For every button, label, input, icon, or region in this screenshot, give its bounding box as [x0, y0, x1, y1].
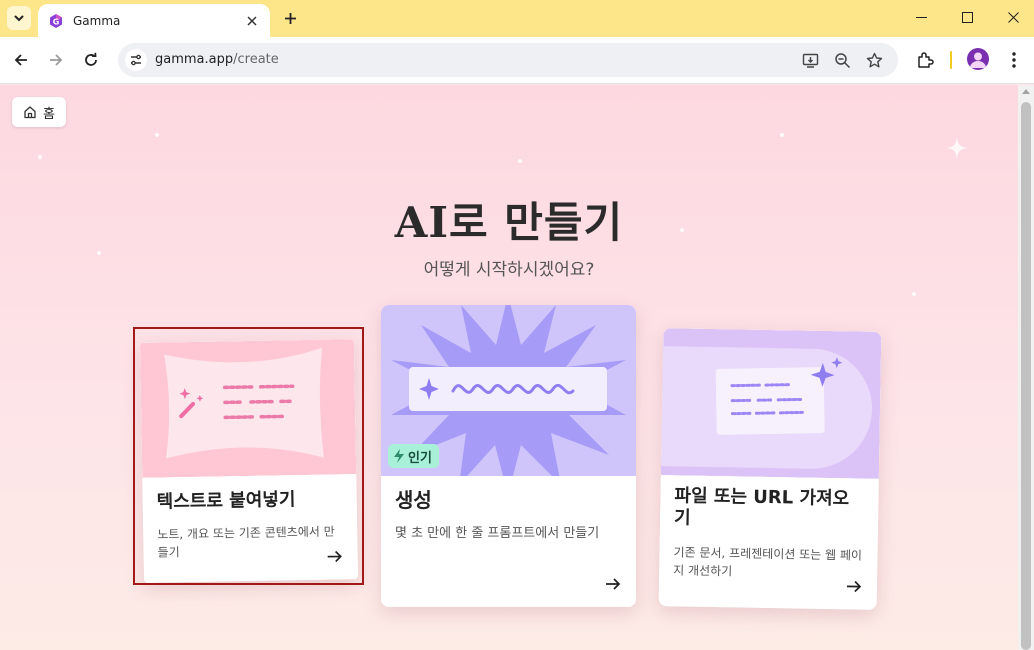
- arrow-right-icon: [50, 54, 63, 66]
- scroll-up-arrow-icon[interactable]: [1022, 89, 1030, 94]
- bookmark-star-icon[interactable]: [864, 50, 884, 70]
- badge-label: 인기: [408, 450, 432, 466]
- tab-search-button[interactable]: [7, 6, 31, 30]
- close-icon: [1007, 11, 1019, 23]
- new-tab-button[interactable]: [280, 8, 300, 28]
- import-file-illustration: [660, 328, 882, 479]
- maximize-icon: [961, 11, 973, 23]
- forward-button[interactable]: [43, 47, 69, 73]
- close-window-button[interactable]: [990, 0, 1034, 34]
- page-content: 홈 AI로 만들기 어떻게 시작하시겠어요? 텍스트로 붙여넣기 노트, 개요 …: [0, 85, 1018, 650]
- sparkle-decoration: [38, 155, 42, 159]
- scrollbar-thumb[interactable]: [1021, 102, 1031, 650]
- card-description: 기존 문서, 프레젠테이션 또는 웹 페이지 개선하기: [673, 545, 863, 579]
- sparkle-star-icon: [946, 137, 968, 159]
- generate-card[interactable]: 인기 생성 몇 초 만에 한 줄 프롬프트에서 만들기: [381, 305, 636, 607]
- selection-outline: [133, 327, 364, 585]
- install-app-icon[interactable]: [800, 50, 820, 70]
- address-bar[interactable]: gamma.app/create: [118, 43, 898, 77]
- toolbar-separator: [950, 51, 952, 69]
- card-title: 파일 또는 URL 가져오기: [673, 485, 850, 529]
- home-label: 홈: [43, 106, 55, 122]
- card-description: 몇 초 만에 한 줄 프롬프트에서 만들기: [395, 526, 600, 541]
- browser-toolbar: gamma.app/create: [0, 37, 1034, 84]
- sparkle-decoration: [518, 159, 522, 163]
- card-title: 생성: [395, 488, 432, 512]
- page-subtitle: 어떻게 시작하시겠어요?: [423, 260, 595, 280]
- plus-icon: [284, 12, 296, 24]
- menu-kebab-icon[interactable]: [1003, 49, 1025, 71]
- extensions-icon[interactable]: [914, 49, 936, 71]
- gamma-favicon-icon: G: [50, 13, 62, 28]
- back-button[interactable]: [8, 47, 34, 73]
- reload-icon: [85, 52, 97, 66]
- close-tab-icon[interactable]: [244, 13, 260, 29]
- arrow-right-icon: [606, 578, 621, 590]
- tab-title: Gamma: [73, 13, 121, 28]
- minimize-icon: [915, 16, 927, 18]
- arrow-left-icon: [14, 54, 27, 66]
- page-title: AI로 만들기: [394, 198, 624, 247]
- url-path: /create: [233, 52, 279, 67]
- site-settings-icon[interactable]: [125, 49, 147, 71]
- import-file-card[interactable]: 파일 또는 URL 가져오기 기존 문서, 프레젠테이션 또는 웹 페이지 개선…: [658, 328, 882, 610]
- chevron-down-icon: [14, 15, 24, 22]
- page-scrollbar[interactable]: [1018, 85, 1034, 650]
- tab-strip: G Gamma: [0, 0, 1034, 37]
- home-icon: [24, 106, 36, 119]
- reload-button[interactable]: [78, 47, 104, 73]
- browser-tab[interactable]: G Gamma: [38, 4, 270, 37]
- arrow-right-icon: [846, 580, 862, 593]
- zoom-icon[interactable]: [832, 50, 852, 70]
- svg-text:G: G: [53, 17, 60, 26]
- url-text[interactable]: gamma.app/create: [155, 52, 279, 67]
- home-button[interactable]: 홈: [12, 97, 66, 127]
- minimize-button[interactable]: [898, 0, 944, 34]
- maximize-button[interactable]: [944, 0, 990, 34]
- sparkle-decoration: [155, 133, 159, 137]
- sparkle-decoration: [912, 292, 916, 296]
- sparkle-decoration: [780, 133, 784, 137]
- lightning-icon: [394, 449, 404, 463]
- url-host: gamma.app: [155, 52, 234, 67]
- popular-badge: 인기: [388, 444, 439, 468]
- profile-avatar[interactable]: [967, 48, 989, 70]
